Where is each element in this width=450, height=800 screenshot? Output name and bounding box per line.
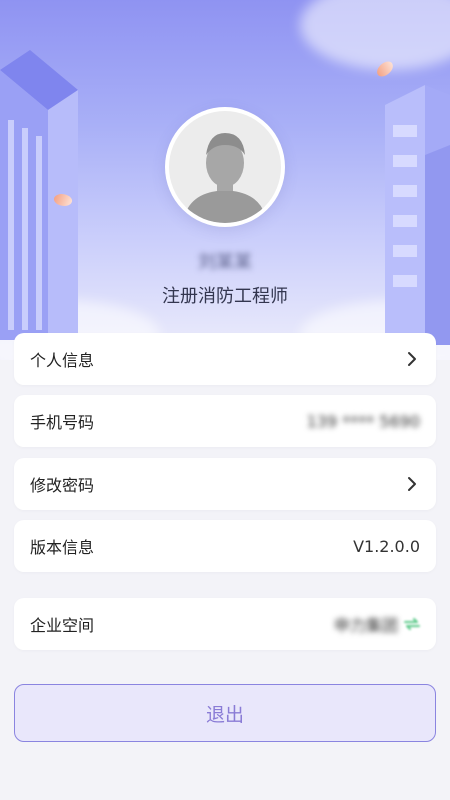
- switch-icon[interactable]: [404, 615, 420, 634]
- phone-label: 手机号码: [30, 413, 95, 432]
- logout-button[interactable]: 退出: [14, 684, 436, 742]
- change-password-item[interactable]: 修改密码: [14, 458, 436, 510]
- chevron-right-icon: [404, 351, 420, 367]
- enterprise-value: 申力集团: [333, 616, 398, 635]
- personal-info-item[interactable]: 个人信息: [14, 333, 436, 385]
- change-password-label: 修改密码: [30, 476, 95, 495]
- version-label: 版本信息: [30, 538, 95, 557]
- personal-info-label: 个人信息: [30, 351, 95, 370]
- phone-value: 139 **** 5690: [306, 411, 420, 431]
- avatar-image: [169, 111, 281, 223]
- enterprise-label: 企业空间: [30, 616, 95, 635]
- avatar[interactable]: [165, 107, 285, 227]
- phone-item[interactable]: 手机号码 139 **** 5690: [14, 395, 436, 447]
- enterprise-item[interactable]: 企业空间 申力集团: [14, 598, 436, 650]
- chevron-right-icon: [404, 476, 420, 492]
- user-silhouette-icon: [183, 133, 267, 223]
- user-name: 刘某某: [198, 252, 252, 273]
- version-value: V1.2.0.0: [353, 536, 420, 556]
- enterprise-value-group: 申力集团: [334, 612, 420, 636]
- version-item[interactable]: 版本信息 V1.2.0.0: [14, 520, 436, 572]
- cloud-decoration: [300, 0, 450, 70]
- user-title: 注册消防工程师: [162, 286, 288, 307]
